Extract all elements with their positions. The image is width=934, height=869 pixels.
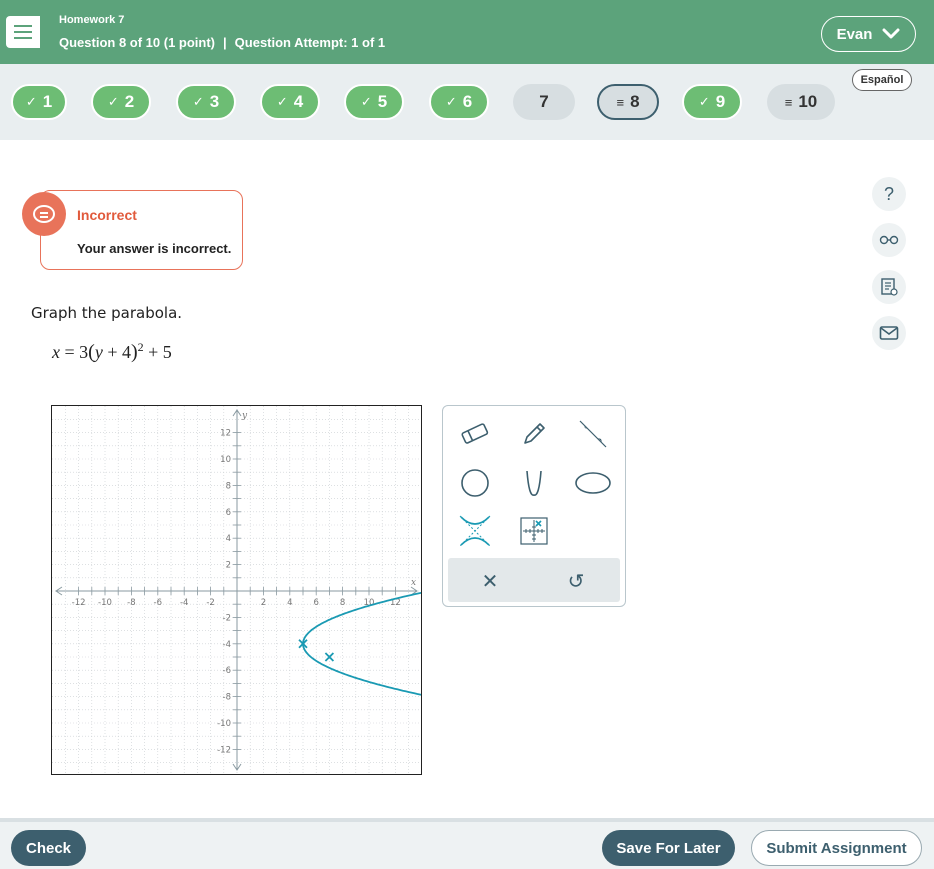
x-tick-label: 2 <box>261 598 266 608</box>
checkmark-icon: ✓ <box>25 94 37 109</box>
question-nav-10[interactable]: ≡ 10 <box>767 84 835 120</box>
question-nav-number: 10 <box>798 92 818 111</box>
question-info: Question 8 of 10 (1 point) | Question Atte… <box>59 35 385 50</box>
question-nav-number: 3 <box>209 92 220 111</box>
question-nav-7[interactable]: 7 <box>513 84 575 120</box>
ellipse-icon[interactable] <box>573 463 613 503</box>
question-nav-number: 2 <box>124 92 135 111</box>
tool-actions-bar: ✕ ↺ <box>448 558 620 602</box>
notes-icon[interactable] <box>872 270 906 304</box>
y-tick-label: -4 <box>223 640 231 650</box>
question-nav-3[interactable]: ✓ 3 <box>176 84 236 120</box>
graph-point <box>324 652 335 662</box>
question-nav-5[interactable]: ✓ 5 <box>344 84 404 120</box>
x-tick-label: -4 <box>180 598 188 608</box>
pencil-icon[interactable] <box>514 414 554 454</box>
x-tick-label: -8 <box>127 598 135 608</box>
question-nav-number: 4 <box>293 92 304 111</box>
question-nav-number: 1 <box>42 92 53 111</box>
feedback-chat-icon <box>22 192 66 236</box>
y-tick-label: -8 <box>223 693 231 703</box>
clear-icon[interactable]: ✕ <box>475 566 505 596</box>
checkmark-icon: ✓ <box>698 94 710 109</box>
graph-area[interactable]: -12 -10 -8 -6 -4 -2 2 4 6 8 10 12 12 10 8 6 4 2 -2 -4 -6 -8 -1… <box>51 405 422 775</box>
espanol-link[interactable]: Español <box>852 69 912 91</box>
question-prompt: Graph the parabola. <box>31 304 183 322</box>
checkmark-icon: ✓ <box>192 94 204 109</box>
x-tick-label: 8 <box>340 598 345 608</box>
x-axis-label: x <box>411 578 416 588</box>
feedback-message: Your answer is incorrect. <box>77 241 232 256</box>
y-tick-label: 8 <box>226 481 231 491</box>
attempt-label: Question Attempt: 1 of 1 <box>234 35 386 50</box>
y-tick-label: 6 <box>226 508 231 518</box>
checkmark-icon: ✓ <box>360 94 372 109</box>
graph-tools-palette: ✕ ↺ <box>442 405 626 607</box>
check-button[interactable]: Check <box>11 830 86 866</box>
eraser-icon[interactable] <box>455 414 495 454</box>
question-navigation: Español ✓ 1 ✓ 2 ✓ 3 ✓ 4 ✓ 5 ✓ 6 7 ≡ 8 ✓ 9 ≡ 10 <box>0 64 934 140</box>
circle-icon[interactable] <box>455 463 495 503</box>
mail-icon[interactable] <box>872 316 906 350</box>
x-tick-label: -6 <box>154 598 162 608</box>
y-tick-label: 2 <box>226 561 231 571</box>
glasses-icon[interactable] <box>872 223 906 257</box>
hyperbola-icon[interactable] <box>455 511 495 551</box>
question-nav-number: 6 <box>462 92 473 111</box>
checkmark-icon: ✓ <box>107 94 119 109</box>
equation: x = 3(y + 4)2 + 5 <box>52 340 172 363</box>
y-tick-label: 10 <box>220 455 231 465</box>
menu-icon[interactable] <box>6 16 40 48</box>
question-nav-9[interactable]: ✓ 9 <box>682 84 742 120</box>
question-nav-2[interactable]: ✓ 2 <box>91 84 151 120</box>
x-tick-label: -12 <box>72 598 86 608</box>
question-nav-8[interactable]: ≡ 8 <box>597 84 659 120</box>
question-nav-4[interactable]: ✓ 4 <box>260 84 320 120</box>
assignment-header: Homework 7 Question 8 of 10 (1 point) | Qu… <box>0 0 934 64</box>
line-icon[interactable] <box>573 414 613 454</box>
question-nav-number: 7 <box>539 92 549 111</box>
question-nav-number: 8 <box>630 92 640 111</box>
point-grid-icon[interactable] <box>514 511 554 551</box>
parabola-icon[interactable] <box>514 463 554 503</box>
question-nav-1[interactable]: ✓ 1 <box>11 84 67 120</box>
partial-icon: ≡ <box>616 94 625 110</box>
question-label: Question 8 of 10 (1 point) <box>59 35 216 50</box>
y-axis-label: y <box>241 411 248 421</box>
x-tick-label: 6 <box>313 598 318 608</box>
homework-title: Homework 7 <box>59 14 125 26</box>
y-tick-label: -2 <box>223 613 231 623</box>
question-nav-6[interactable]: ✓ 6 <box>429 84 489 120</box>
feedback-title: Incorrect <box>77 207 137 223</box>
y-tick-label: -6 <box>223 666 231 676</box>
separator: | <box>223 35 227 50</box>
x-tick-label: 4 <box>287 598 292 608</box>
y-tick-label: 4 <box>226 534 231 544</box>
feedback-box <box>40 190 243 270</box>
question-nav-number: 9 <box>715 92 726 111</box>
partial-icon: ≡ <box>784 94 793 110</box>
y-tick-label: 12 <box>220 429 231 439</box>
chevron-down-icon <box>882 28 900 39</box>
checkmark-icon: ✓ <box>276 94 288 109</box>
help-icon[interactable]: ? <box>872 177 906 211</box>
y-tick-label: -12 <box>217 745 231 755</box>
undo-icon[interactable]: ↺ <box>561 566 591 596</box>
question-nav-number: 5 <box>377 92 388 111</box>
x-tick-label: -10 <box>98 598 112 608</box>
x-tick-label: -2 <box>206 598 214 608</box>
user-name: Evan <box>836 25 873 43</box>
submit-assignment-button[interactable]: Submit Assignment <box>751 830 922 866</box>
user-menu-button[interactable]: Evan <box>821 16 916 52</box>
y-tick-label: -10 <box>217 719 231 729</box>
checkmark-icon: ✓ <box>445 94 457 109</box>
save-for-later-button[interactable]: Save For Later <box>602 830 735 866</box>
